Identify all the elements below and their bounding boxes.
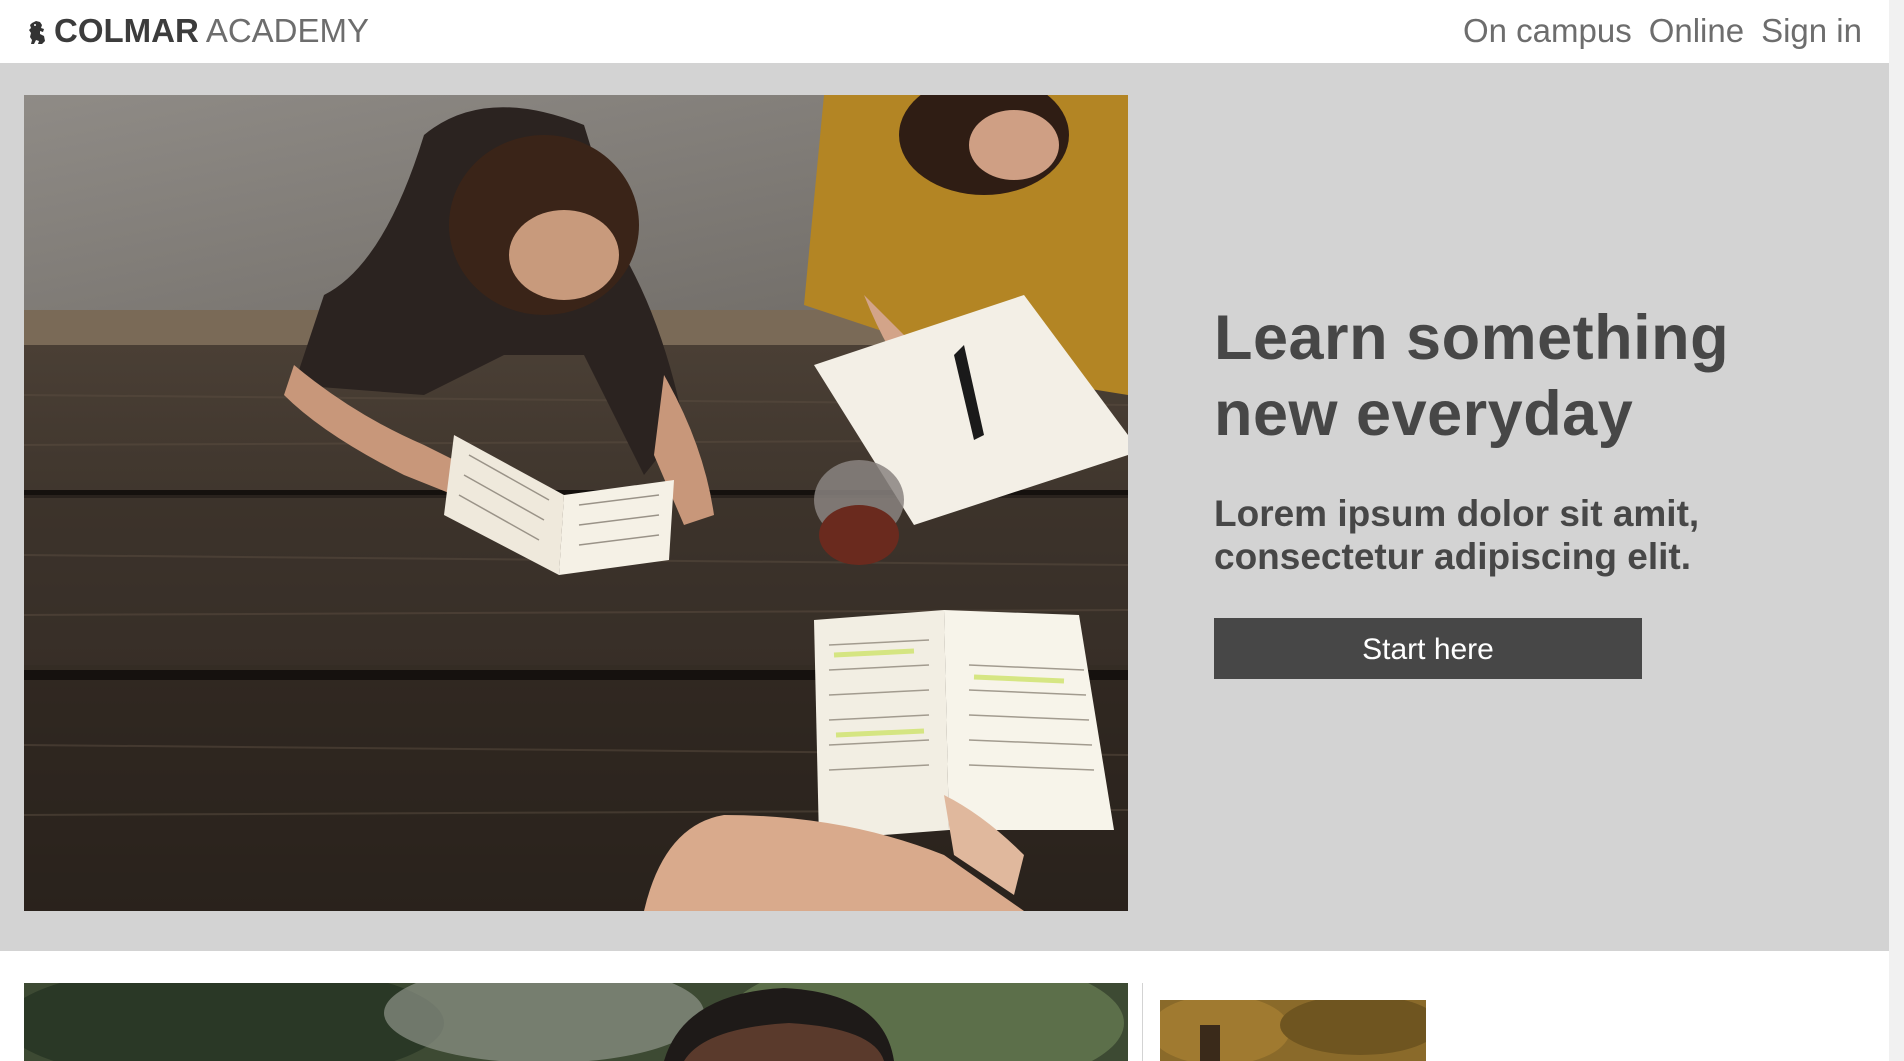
nav-link-online[interactable]: Online (1649, 12, 1744, 50)
logo-text-light: ACADEMY (205, 12, 370, 49)
featured-photo (24, 983, 1128, 1061)
hero-text-block: Learn something new everyday Lorem ipsum… (1214, 300, 1854, 679)
side-thumbnail-photo (1160, 1000, 1426, 1061)
hero-subtitle: Lorem ipsum dolor sit amit, consectetur … (1214, 492, 1854, 578)
hero-subtitle-line-2: consectetur adipiscing elit. (1214, 536, 1692, 577)
hero-title-line-1: Learn something (1214, 303, 1730, 373)
page-scrollbar[interactable] (1889, 0, 1904, 1061)
hero-title: Learn something new everyday (1214, 300, 1854, 452)
hero-photo-students-studying (24, 95, 1128, 911)
nav-link-sign-in[interactable]: Sign in (1761, 12, 1862, 50)
start-here-button[interactable]: Start here (1214, 618, 1642, 679)
main-nav: On campus Online Sign in (1463, 12, 1862, 50)
nav-link-on-campus[interactable]: On campus (1463, 12, 1632, 50)
site-header: COLMAR ACADEMY On campus Online Sign in (0, 0, 1904, 63)
hero-title-line-2: new everyday (1214, 379, 1634, 449)
lion-icon (26, 17, 50, 45)
site-logo[interactable]: COLMAR ACADEMY (26, 12, 369, 50)
hero-subtitle-line-1: Lorem ipsum dolor sit amit, (1214, 493, 1700, 534)
logo-text-bold: COLMAR (54, 12, 199, 49)
content-divider (1142, 983, 1143, 1061)
hero-section: Learn something new everyday Lorem ipsum… (0, 63, 1904, 951)
